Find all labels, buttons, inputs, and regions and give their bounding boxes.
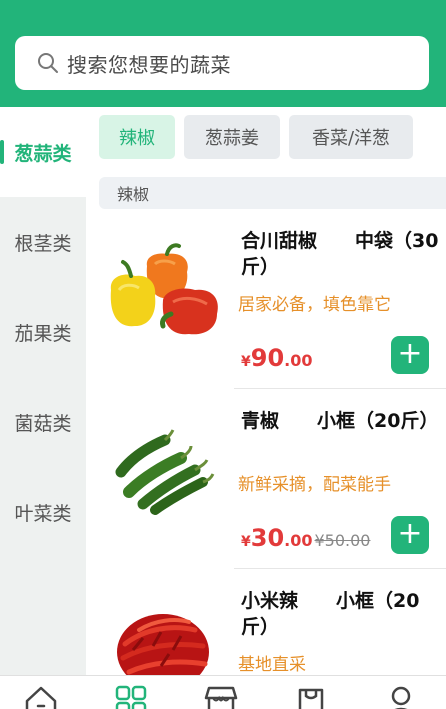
cart-icon[interactable] (286, 684, 336, 709)
sidebar-item-mushroom[interactable]: 菌菇类 (0, 377, 86, 467)
price-decimal: .00 (284, 531, 313, 550)
product-name: 合川甜椒 中袋（30斤） (241, 230, 439, 278)
sidebar-item-label: 菌菇类 (14, 412, 72, 435)
product-name: 小米辣 小框（20斤） (241, 590, 420, 638)
product-image-green-peppers (99, 400, 229, 550)
tab-scallion-garlic-ginger[interactable]: 葱蒜姜 (184, 115, 280, 159)
price-integer: 30 (250, 524, 285, 552)
divider (234, 568, 446, 569)
search-input[interactable]: 搜索您想要的蔬菜 (15, 36, 429, 90)
category-icon[interactable] (106, 684, 156, 709)
product-item[interactable]: 合川甜椒 中袋（30斤） 居家必备，填色靠它 ¥ 90 .00 + (99, 220, 446, 400)
product-description: 基地直采 (238, 655, 306, 675)
header-bar: 搜索您想要的蔬菜 (0, 0, 446, 107)
divider (234, 388, 446, 389)
sidebar-item-scallion-garlic[interactable]: 葱蒜类 (0, 107, 86, 197)
product-description: 居家必备，填色靠它 (238, 295, 391, 315)
category-sidebar: 葱蒜类 根茎类 茄果类 菌菇类 叶菜类 (0, 107, 86, 675)
section-title: 辣椒 (117, 185, 150, 204)
product-item[interactable]: 青椒 小框（20斤） 新鲜采摘，配菜能手 ¥ 30 .00 ¥50.00 + (99, 400, 446, 580)
sidebar-item-root-stem[interactable]: 根茎类 (0, 197, 86, 287)
sidebar-item-label: 葱蒜类 (14, 142, 72, 165)
bottom-tab-bar (0, 675, 446, 709)
price-currency: ¥ (241, 354, 251, 370)
sidebar-item-solanaceous[interactable]: 茄果类 (0, 287, 86, 377)
sidebar-item-leafy[interactable]: 叶菜类 (0, 467, 86, 557)
section-header: 辣椒 (99, 177, 446, 209)
price-integer: 90 (250, 344, 285, 372)
sidebar-item-label: 叶菜类 (14, 502, 72, 525)
product-name: 青椒 小框（20斤） (241, 410, 439, 432)
tab-coriander-onion[interactable]: 香菜/洋葱 (289, 115, 413, 159)
price-currency: ¥ (241, 534, 251, 550)
add-to-cart-button[interactable]: + (391, 516, 429, 554)
original-price: ¥50.00 (314, 531, 371, 550)
product-description: 新鲜采摘，配菜能手 (238, 475, 391, 495)
user-icon[interactable] (376, 684, 426, 709)
product-item[interactable]: 小米辣 小框（20斤） 基地直采 (99, 580, 446, 675)
sidebar-item-label: 茄果类 (14, 322, 72, 345)
search-icon (37, 52, 59, 74)
product-price: ¥ 90 .00 (241, 344, 313, 372)
search-placeholder: 搜索您想要的蔬菜 (67, 52, 231, 77)
tab-chili[interactable]: 辣椒 (99, 115, 175, 159)
price-decimal: .00 (284, 351, 313, 370)
sidebar-item-label: 根茎类 (14, 232, 72, 255)
product-price: ¥ 30 .00 ¥50.00 (241, 524, 370, 552)
store-icon[interactable] (196, 684, 246, 709)
product-image-millet-chili (99, 580, 229, 675)
product-image-bell-peppers (99, 220, 229, 370)
home-icon[interactable] (16, 684, 66, 709)
add-to-cart-button[interactable]: + (391, 336, 429, 374)
